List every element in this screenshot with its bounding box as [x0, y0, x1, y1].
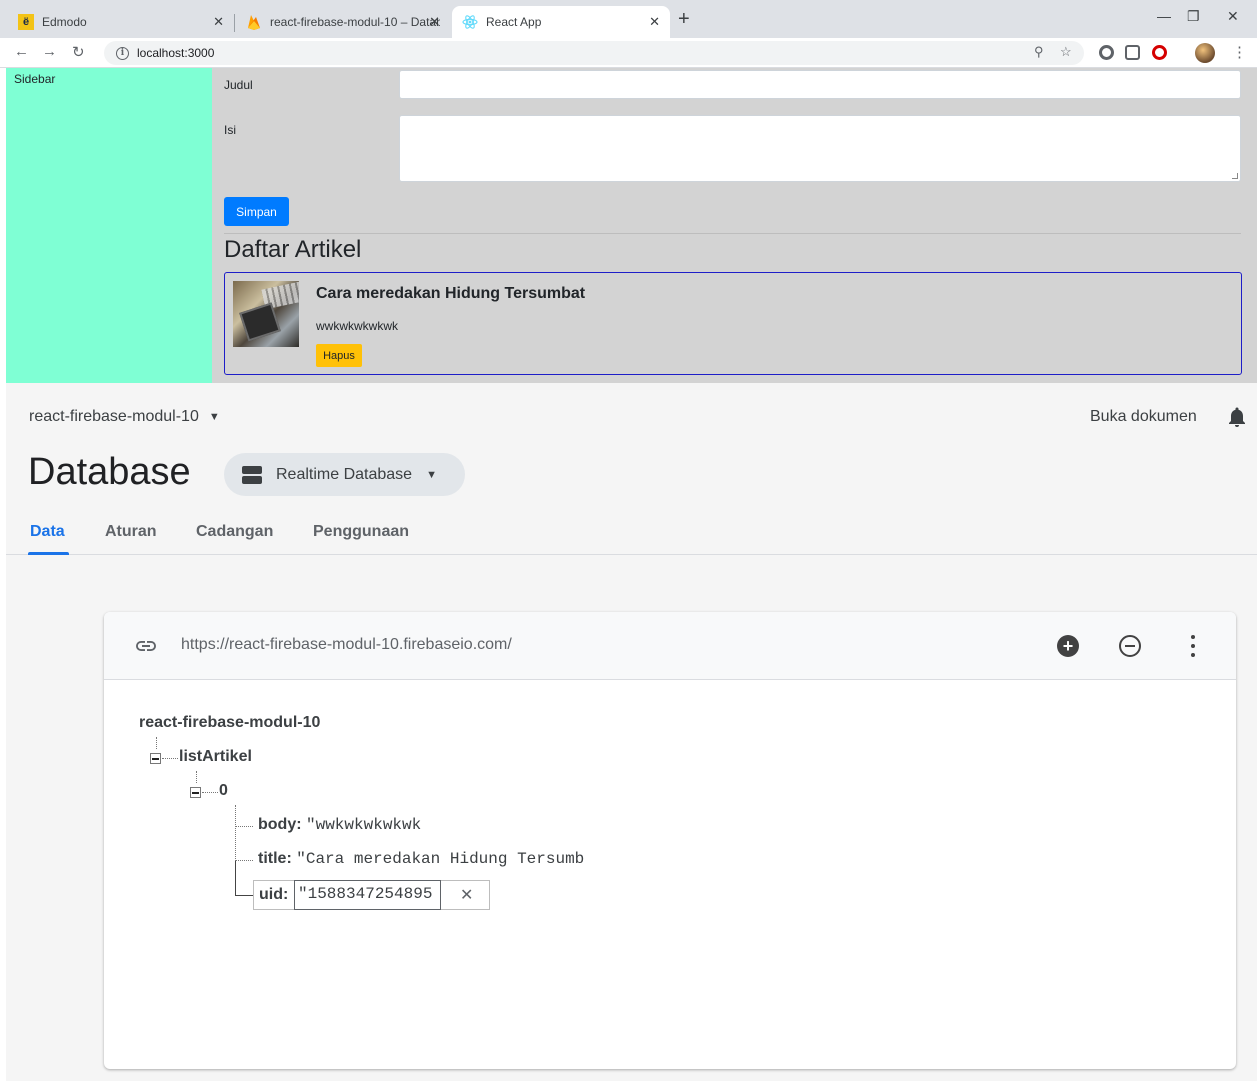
address-bar: ← → ↻ i localhost:3000 ⚲ ☆ ⋮ — [0, 38, 1257, 68]
article-card: Cara meredakan Hidung Tersumbat wwkwkwkw… — [224, 272, 1242, 375]
tab-separator — [234, 14, 235, 32]
opera-extension-icon[interactable] — [1152, 45, 1167, 60]
database-panel: https://react-firebase-modul-10.firebase… — [104, 612, 1236, 1069]
field-value: "Cara meredakan Hidung Tersumb — [296, 850, 585, 868]
uid-value-input[interactable]: "1588347254895 — [294, 880, 441, 910]
tree-node-index[interactable]: 0 — [219, 782, 228, 800]
close-tab-icon[interactable]: ✕ — [649, 14, 660, 30]
page-title: Database — [28, 451, 191, 493]
field-key: uid: — [259, 886, 289, 903]
tree-line — [235, 895, 253, 896]
extension-icon[interactable] — [1125, 45, 1140, 60]
tree-leaf-title[interactable]: title: "Cara meredakan Hidung Tersumb — [258, 850, 584, 868]
url-bar[interactable]: i localhost:3000 — [104, 41, 1084, 65]
field-value: "wwkwkwkwkwk — [306, 816, 422, 834]
database-selector[interactable]: Realtime Database ▼ — [224, 453, 465, 496]
isi-label: Isi — [224, 123, 236, 137]
judul-label: Judul — [224, 78, 253, 92]
docs-link[interactable]: Buka dokumen — [1090, 408, 1197, 426]
data-tree: react-firebase-modul-10 listArtikel 0 bo… — [104, 612, 1236, 1069]
tree-leaf-uid-editor: uid: "1588347254895 ✕ — [253, 880, 490, 910]
collapse-icon[interactable] — [190, 787, 201, 798]
menu-icon[interactable]: ⋮ — [1232, 43, 1247, 61]
cancel-edit-icon[interactable]: ✕ — [460, 885, 473, 905]
tab-title: react-firebase-modul-10 – Datab — [270, 15, 440, 29]
divider — [224, 233, 1241, 234]
minimize-icon[interactable]: — — [1157, 8, 1171, 24]
article-title: Cara meredakan Hidung Tersumbat — [316, 285, 586, 302]
tree-node-listartikel[interactable]: listArtikel — [179, 748, 252, 766]
star-icon[interactable]: ☆ — [1060, 44, 1072, 60]
tree-line — [162, 758, 178, 759]
url-text: localhost:3000 — [137, 46, 215, 60]
new-tab-icon[interactable]: + — [678, 8, 690, 31]
list-heading: Daftar Artikel — [224, 236, 362, 263]
tree-line — [156, 737, 157, 749]
tree-line — [235, 860, 253, 861]
tree-line — [196, 771, 197, 783]
react-app: Sidebar Judul Isi Simpan Daftar Artikel … — [6, 68, 1257, 383]
tab-aturan[interactable]: Aturan — [105, 523, 157, 541]
back-icon[interactable]: ← — [14, 43, 29, 60]
tree-leaf-body[interactable]: body: "wwkwkwkwkwk — [258, 816, 421, 834]
database-icon — [242, 465, 262, 484]
chevron-down-icon: ▼ — [208, 411, 220, 423]
avatar[interactable] — [1195, 43, 1215, 63]
field-key: title: — [258, 850, 292, 867]
browser-tab-bar: ë Edmodo ✕ react-firebase-modul-10 – Dat… — [0, 0, 1257, 38]
phone-shape — [239, 302, 281, 342]
tree-line — [235, 826, 253, 827]
project-name: react-firebase-modul-10 — [29, 408, 199, 425]
tab-edmodo[interactable]: ë Edmodo ✕ — [8, 6, 234, 38]
info-icon[interactable]: i — [116, 46, 129, 60]
article-thumbnail — [233, 281, 299, 347]
tree-line — [202, 792, 218, 793]
isi-textarea[interactable] — [399, 115, 1241, 182]
tab-penggunaan[interactable]: Penggunaan — [313, 523, 409, 541]
firebase-favicon-icon — [246, 14, 262, 30]
edmodo-favicon-icon: ë — [18, 14, 34, 30]
database-selector-label: Realtime Database — [276, 465, 413, 483]
article-body: wwkwkwkwkwk — [316, 319, 398, 333]
firebase-console: react-firebase-modul-10 ▼ Buka dokumen D… — [6, 383, 1257, 1081]
bell-icon[interactable] — [1225, 405, 1249, 429]
tab-react-app[interactable]: React App ✕ — [452, 6, 670, 38]
tab-firebase[interactable]: react-firebase-modul-10 – Datab ✕ — [236, 6, 450, 38]
active-tab-indicator — [28, 552, 69, 555]
close-window-icon[interactable]: ✕ — [1227, 8, 1239, 25]
tab-data[interactable]: Data — [30, 523, 65, 541]
delete-button[interactable]: Hapus — [316, 344, 362, 367]
sidebar: Sidebar — [6, 68, 212, 383]
close-tab-icon[interactable]: ✕ — [213, 14, 224, 30]
tab-strip: Data Aturan Cadangan Penggunaan — [6, 523, 1257, 555]
tab-cadangan[interactable]: Cadangan — [196, 523, 273, 541]
tab-title: React App — [486, 15, 542, 29]
main-content: Judul Isi Simpan Daftar Artikel Cara mer… — [212, 68, 1257, 383]
project-selector[interactable]: react-firebase-modul-10 ▼ — [29, 408, 220, 426]
tree-line — [235, 861, 236, 895]
resize-handle-icon[interactable] — [1232, 173, 1238, 179]
reload-icon[interactable]: ↻ — [72, 43, 85, 61]
forward-icon[interactable]: → — [42, 43, 57, 60]
close-tab-icon[interactable]: ✕ — [429, 14, 440, 30]
restore-icon[interactable]: ❐ — [1187, 8, 1200, 25]
chevron-down-icon: ▼ — [426, 468, 437, 481]
tree-root[interactable]: react-firebase-modul-10 — [139, 714, 320, 732]
save-button[interactable]: Simpan — [224, 197, 289, 226]
collapse-icon[interactable] — [150, 753, 161, 764]
judul-input[interactable] — [399, 70, 1241, 99]
extension-icon[interactable] — [1099, 45, 1114, 60]
tab-title: Edmodo — [42, 15, 87, 29]
react-favicon-icon — [462, 14, 478, 30]
zoom-icon[interactable]: ⚲ — [1034, 44, 1044, 60]
field-key: body: — [258, 816, 302, 833]
